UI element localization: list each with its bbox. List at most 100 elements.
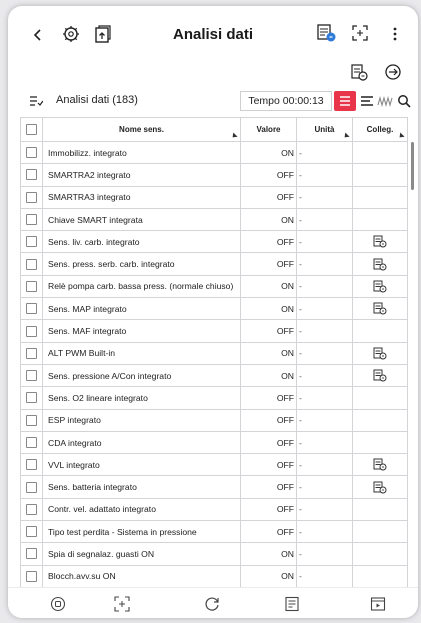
table-row[interactable]: Sens. liv. carb. integrato OFF - bbox=[20, 230, 408, 254]
linked-data-icon[interactable] bbox=[373, 302, 387, 315]
row-checkbox-cell[interactable] bbox=[20, 564, 43, 588]
row-checkbox[interactable] bbox=[26, 370, 37, 382]
back-icon[interactable] bbox=[30, 26, 44, 44]
link-cell[interactable] bbox=[352, 475, 408, 499]
vehicle-settings-icon[interactable] bbox=[60, 23, 82, 45]
select-all-checkbox[interactable] bbox=[26, 124, 37, 135]
row-checkbox-cell[interactable] bbox=[20, 475, 43, 499]
table-row[interactable]: CDA integrato OFF - bbox=[20, 430, 408, 455]
row-checkbox-cell[interactable] bbox=[20, 341, 43, 365]
play-icon[interactable] bbox=[368, 594, 388, 614]
table-row[interactable]: Sens. batteria integrato OFF - bbox=[20, 475, 408, 499]
row-checkbox-cell[interactable] bbox=[20, 430, 43, 455]
fit-screen-icon[interactable] bbox=[112, 594, 132, 614]
search-icon[interactable] bbox=[396, 93, 412, 109]
row-checkbox[interactable] bbox=[26, 280, 37, 292]
table-row[interactable]: Sens. MAF integrato OFF - bbox=[20, 319, 408, 343]
row-checkbox[interactable] bbox=[26, 503, 37, 515]
table-row[interactable]: Sens. O2 lineare integrato OFF - bbox=[20, 386, 408, 410]
table-row[interactable]: ALT PWM Built-in ON - bbox=[20, 341, 408, 365]
linked-data-icon[interactable] bbox=[373, 258, 387, 271]
table-row[interactable]: Sens. press. serb. carb. integrato OFF - bbox=[20, 252, 408, 276]
table-row[interactable]: Chiave SMART integrata ON - bbox=[20, 207, 408, 232]
row-checkbox-cell[interactable] bbox=[20, 386, 43, 410]
row-checkbox[interactable] bbox=[26, 437, 37, 448]
linked-data-icon[interactable] bbox=[373, 369, 387, 382]
linked-data-icon[interactable] bbox=[373, 458, 387, 471]
row-checkbox[interactable] bbox=[26, 481, 37, 493]
expand-icon[interactable] bbox=[350, 23, 370, 43]
row-checkbox[interactable] bbox=[26, 236, 37, 248]
link-cell[interactable] bbox=[352, 363, 408, 388]
table-row[interactable]: Spia di segnalaz. guasti ON ON - bbox=[20, 542, 408, 566]
select-all-cell[interactable] bbox=[20, 117, 43, 142]
row-checkbox-cell[interactable] bbox=[20, 408, 43, 432]
column-header-name[interactable]: Nome sens. bbox=[42, 117, 241, 142]
data-record-icon[interactable] bbox=[314, 21, 338, 45]
row-checkbox[interactable] bbox=[26, 214, 37, 226]
row-checkbox-cell[interactable] bbox=[20, 185, 43, 209]
row-checkbox-cell[interactable] bbox=[20, 297, 43, 321]
saved-data-icon[interactable] bbox=[348, 62, 370, 82]
row-checkbox[interactable] bbox=[26, 169, 37, 181]
link-cell[interactable] bbox=[352, 274, 408, 299]
report-icon[interactable] bbox=[282, 594, 302, 614]
row-checkbox-cell[interactable] bbox=[20, 319, 43, 343]
link-cell[interactable] bbox=[352, 252, 408, 276]
table-row[interactable]: Relè pompa carb. bassa press. (normale c… bbox=[20, 274, 408, 299]
row-checkbox-cell[interactable] bbox=[20, 140, 43, 165]
table-row[interactable]: VVL integrato OFF - bbox=[20, 453, 408, 477]
table-row[interactable]: Tipo test perdita - Sistema in pressione… bbox=[20, 520, 408, 544]
link-cell[interactable] bbox=[352, 230, 408, 254]
row-checkbox[interactable] bbox=[26, 325, 37, 337]
row-checkbox[interactable] bbox=[26, 548, 37, 560]
link-cell[interactable] bbox=[352, 297, 408, 321]
list-view-button[interactable] bbox=[334, 91, 356, 111]
linked-data-icon[interactable] bbox=[373, 235, 387, 248]
row-checkbox-cell[interactable] bbox=[20, 274, 43, 299]
column-header-unit[interactable]: Unità bbox=[296, 117, 353, 142]
row-checkbox[interactable] bbox=[26, 191, 37, 203]
row-checkbox-cell[interactable] bbox=[20, 230, 43, 254]
select-list-icon[interactable] bbox=[28, 93, 44, 109]
text-view-icon[interactable] bbox=[359, 93, 375, 109]
table-row[interactable]: ESP integrato OFF - bbox=[20, 408, 408, 432]
graph-view-icon[interactable] bbox=[376, 93, 394, 109]
table-row[interactable]: Sens. MAP integrato ON - bbox=[20, 297, 408, 321]
row-checkbox-cell[interactable] bbox=[20, 453, 43, 477]
export-icon[interactable] bbox=[92, 23, 114, 45]
row-checkbox[interactable] bbox=[26, 526, 37, 538]
sync-icon[interactable] bbox=[382, 62, 404, 82]
row-checkbox[interactable] bbox=[26, 303, 37, 315]
table-row[interactable]: SMARTRA3 integrato OFF - bbox=[20, 185, 408, 209]
column-header-value[interactable]: Valore bbox=[240, 117, 297, 142]
row-checkbox[interactable] bbox=[26, 414, 37, 426]
table-row[interactable]: SMARTRA2 integrato OFF - bbox=[20, 163, 408, 187]
row-checkbox[interactable] bbox=[26, 347, 37, 359]
row-checkbox-cell[interactable] bbox=[20, 520, 43, 544]
row-checkbox-cell[interactable] bbox=[20, 163, 43, 187]
more-options-icon[interactable] bbox=[389, 24, 401, 44]
column-header-link[interactable]: Colleg. bbox=[352, 117, 408, 142]
row-checkbox-cell[interactable] bbox=[20, 542, 43, 566]
row-checkbox-cell[interactable] bbox=[20, 363, 43, 388]
linked-data-icon[interactable] bbox=[373, 347, 387, 360]
row-checkbox-cell[interactable] bbox=[20, 252, 43, 276]
row-checkbox[interactable] bbox=[26, 570, 37, 582]
table-row[interactable]: Contr. vel. adattato integrato OFF - bbox=[20, 497, 408, 522]
linked-data-icon[interactable] bbox=[373, 481, 387, 494]
linked-data-icon[interactable] bbox=[373, 280, 387, 293]
table-row[interactable]: Blocch.avv.su ON ON - bbox=[20, 564, 408, 588]
table-row[interactable]: Immobilizz. integrato ON - bbox=[20, 140, 408, 165]
scrollbar-thumb[interactable] bbox=[411, 142, 414, 190]
link-cell[interactable] bbox=[352, 341, 408, 365]
home-icon[interactable] bbox=[48, 594, 68, 614]
row-checkbox[interactable] bbox=[26, 392, 37, 404]
row-checkbox[interactable] bbox=[26, 459, 37, 471]
link-cell[interactable] bbox=[352, 453, 408, 477]
row-checkbox-cell[interactable] bbox=[20, 207, 43, 232]
row-checkbox[interactable] bbox=[26, 258, 37, 270]
row-checkbox[interactable] bbox=[26, 147, 37, 159]
refresh-icon[interactable] bbox=[202, 594, 222, 614]
row-checkbox-cell[interactable] bbox=[20, 497, 43, 522]
